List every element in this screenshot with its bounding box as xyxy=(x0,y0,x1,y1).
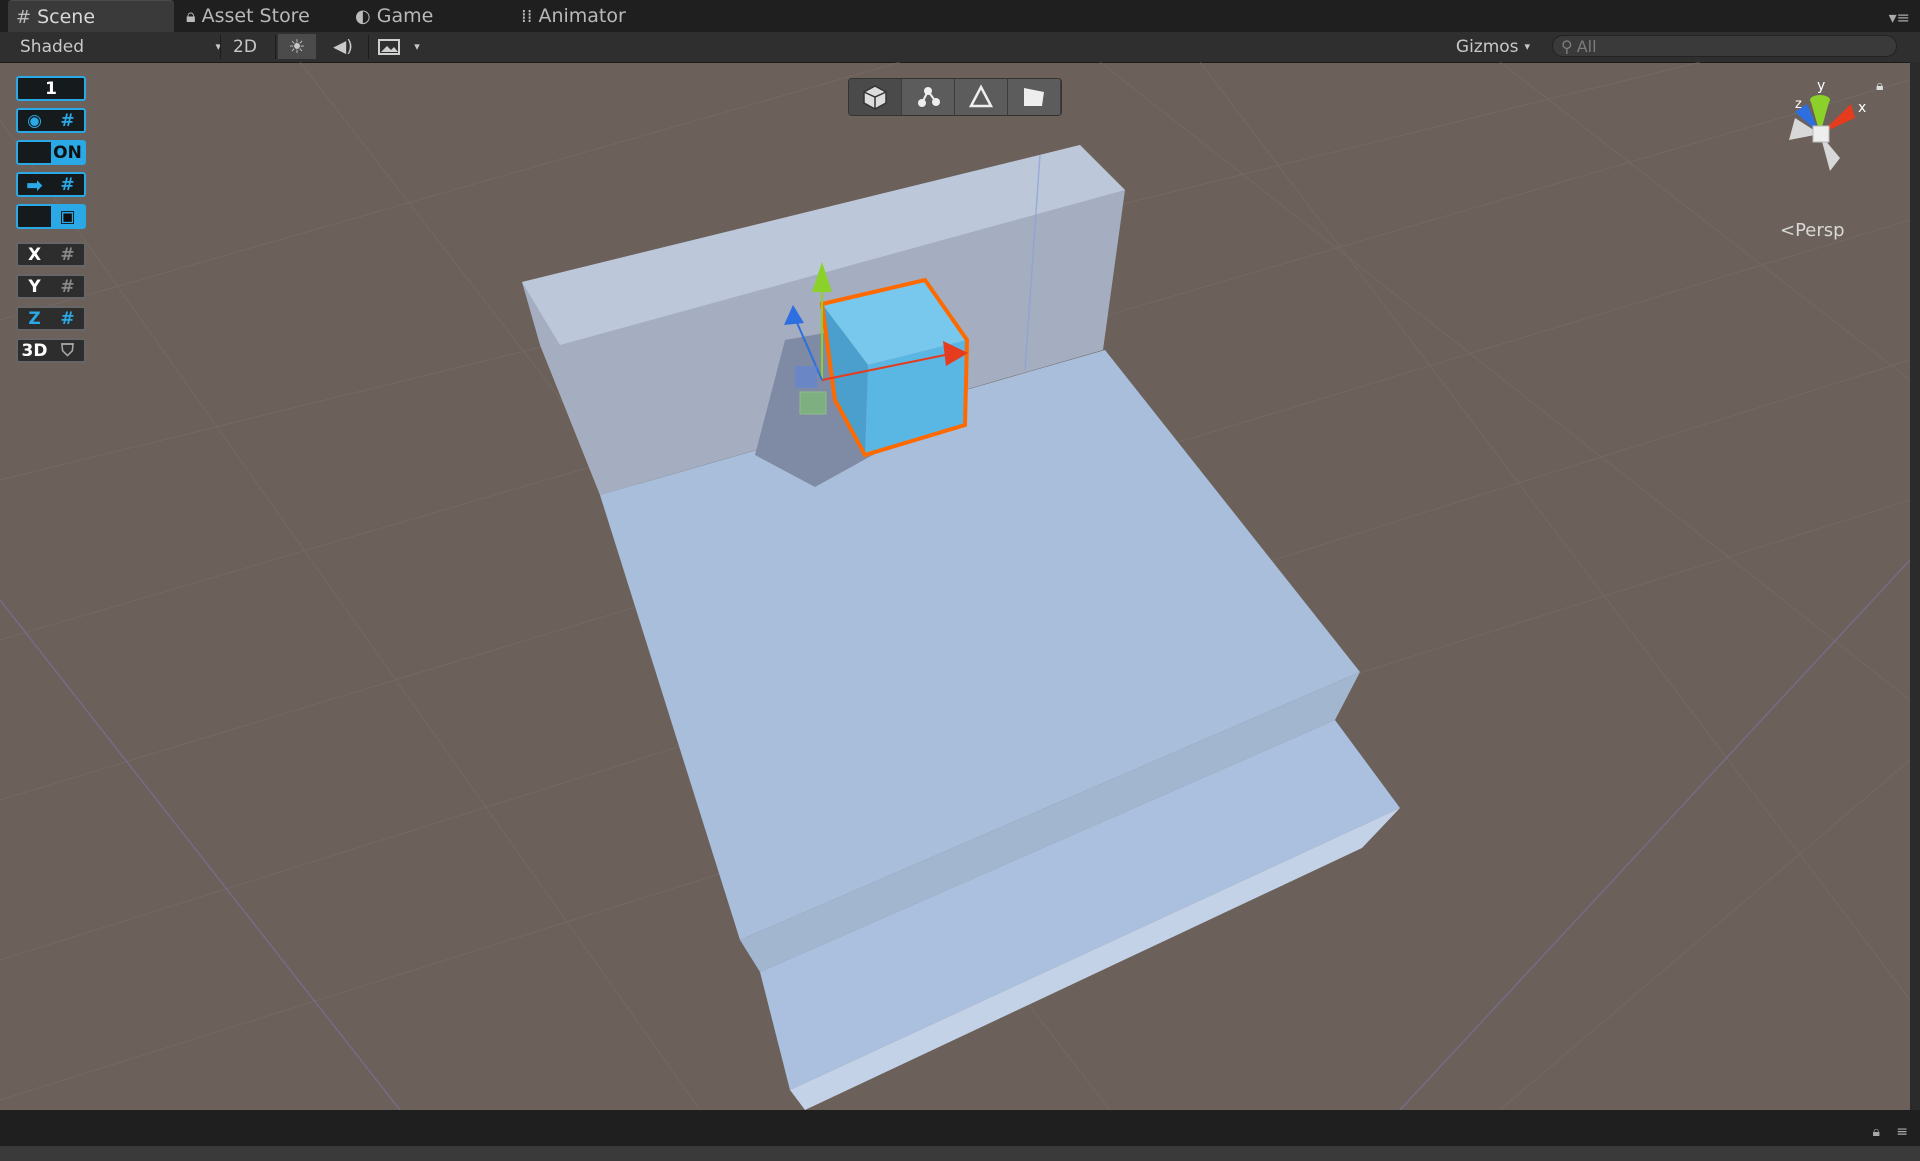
panel-menu-icon[interactable]: ▾≡ xyxy=(1889,8,1910,27)
vertex-mode-button[interactable] xyxy=(902,79,955,115)
pacman-icon: ◐ xyxy=(355,5,371,27)
axis-y-label: Y xyxy=(28,276,41,297)
lighting-toggle-button[interactable]: ☀ xyxy=(278,34,316,59)
shading-mode-label: Shaded xyxy=(20,36,85,57)
snap-on-toggle[interactable]: ON xyxy=(16,140,86,165)
cube-icon xyxy=(863,85,887,110)
tab-label: Scene xyxy=(37,6,96,28)
scene-viewport[interactable]: 1 ◉ # ON ➡ # ▣ X # Y # Z # 3D ⛉ y x z 🔒︎… xyxy=(0,62,1910,1110)
search-placeholder: All xyxy=(1576,36,1597,56)
3d-label: 3D xyxy=(21,340,48,361)
bottom-strip xyxy=(0,1146,1920,1161)
audio-toggle-button[interactable]: ◀) xyxy=(322,34,364,59)
axis-y-toggle[interactable]: Y # xyxy=(16,274,86,299)
grid-icon: # xyxy=(60,174,75,195)
edge-mode-button[interactable] xyxy=(955,79,1008,115)
face-mode-button[interactable] xyxy=(1008,79,1061,115)
tab-game[interactable]: ◐ Game xyxy=(355,0,475,32)
axis-x-toggle[interactable]: X # xyxy=(16,242,86,267)
tab-label: Asset Store xyxy=(201,5,310,27)
object-mode-button[interactable] xyxy=(849,79,902,115)
dots-icon: ⁞⁞ xyxy=(521,5,533,27)
layer-count-button[interactable]: 1 xyxy=(16,76,86,101)
tab-asset-store[interactable]: 🔒︎ Asset Store xyxy=(186,0,336,32)
tab-label: Game xyxy=(376,5,434,27)
gizmo-z-label: z xyxy=(1795,97,1802,112)
layer-count: 1 xyxy=(45,78,57,99)
panel-menu-icon[interactable]: ≡ xyxy=(1896,1124,1908,1140)
effects-dropdown[interactable]: ▾ xyxy=(408,34,426,59)
effects-toggle-button[interactable] xyxy=(372,34,406,59)
lock-icon[interactable]: 🔒︎ xyxy=(1876,78,1883,94)
eye-icon: ◉ xyxy=(27,110,42,131)
projection-toggle[interactable]: <Persp xyxy=(1780,220,1845,241)
image-icon xyxy=(378,38,400,55)
speaker-icon: ◀) xyxy=(333,36,353,57)
lock-icon: 🔒︎ xyxy=(186,5,196,27)
grid-icon: # xyxy=(16,6,32,28)
tab-label: Animator xyxy=(538,5,626,27)
sun-icon: ☀ xyxy=(288,35,306,58)
edge-icon xyxy=(968,84,994,108)
chevron-left-icon: < xyxy=(1780,220,1796,241)
gizmos-label: Gizmos xyxy=(1455,36,1519,57)
lock-icon: ▣ xyxy=(51,206,84,227)
3d-toggle[interactable]: 3D ⛉ xyxy=(16,338,86,363)
grid-icon: # xyxy=(60,276,75,297)
axis-z-label: Z xyxy=(28,308,41,329)
projection-label: Persp xyxy=(1795,220,1845,241)
snap-on-label: ON xyxy=(51,142,84,163)
viewport-border xyxy=(1910,62,1920,1110)
shading-mode-dropdown[interactable]: Shaded ▾ xyxy=(10,34,225,59)
move-grid-toggle[interactable]: ➡ # xyxy=(16,172,86,197)
grid-icon: # xyxy=(60,244,75,265)
vertex-icon xyxy=(918,87,940,107)
grid-icon: # xyxy=(60,308,75,329)
face-icon xyxy=(1024,88,1044,106)
lock-toggle[interactable]: ▣ xyxy=(16,204,86,229)
gizmo-x-label: x xyxy=(1858,100,1866,116)
tab-animator[interactable]: ⁞⁞ Animator xyxy=(521,0,661,32)
orientation-gizmo[interactable]: y x z xyxy=(1765,76,1875,186)
2d-label: 2D xyxy=(233,36,257,57)
search-input[interactable]: ⚲ All xyxy=(1552,35,1897,57)
search-icon: ⚲ xyxy=(1561,36,1573,56)
gizmo-y-label: y xyxy=(1817,78,1825,94)
bottom-panel-header: 🔒︎ ≡ xyxy=(0,1110,1920,1161)
chevron-down-icon: ▾ xyxy=(414,40,420,53)
tab-bar: # Scene 🔒︎ Asset Store ◐ Game ⁞⁞ Animato… xyxy=(0,0,1920,33)
axis-z-toggle[interactable]: Z # xyxy=(16,306,86,331)
2d-toggle-button[interactable]: 2D xyxy=(222,34,268,59)
axis-x-label: X xyxy=(27,244,42,265)
grid-icon: # xyxy=(60,110,75,131)
shield-icon: ⛉ xyxy=(61,340,74,361)
visibility-grid-toggle[interactable]: ◉ # xyxy=(16,108,86,133)
scene-render xyxy=(0,62,1910,1110)
tab-scene[interactable]: # Scene xyxy=(8,0,174,33)
gizmos-dropdown[interactable]: Gizmos ▾ xyxy=(1448,34,1538,59)
probuilder-tools xyxy=(848,78,1062,116)
lock-icon[interactable]: 🔒︎ xyxy=(1873,1124,1880,1140)
arrow-right-icon: ➡ xyxy=(26,172,43,197)
chevron-down-icon: ▾ xyxy=(1524,40,1531,53)
